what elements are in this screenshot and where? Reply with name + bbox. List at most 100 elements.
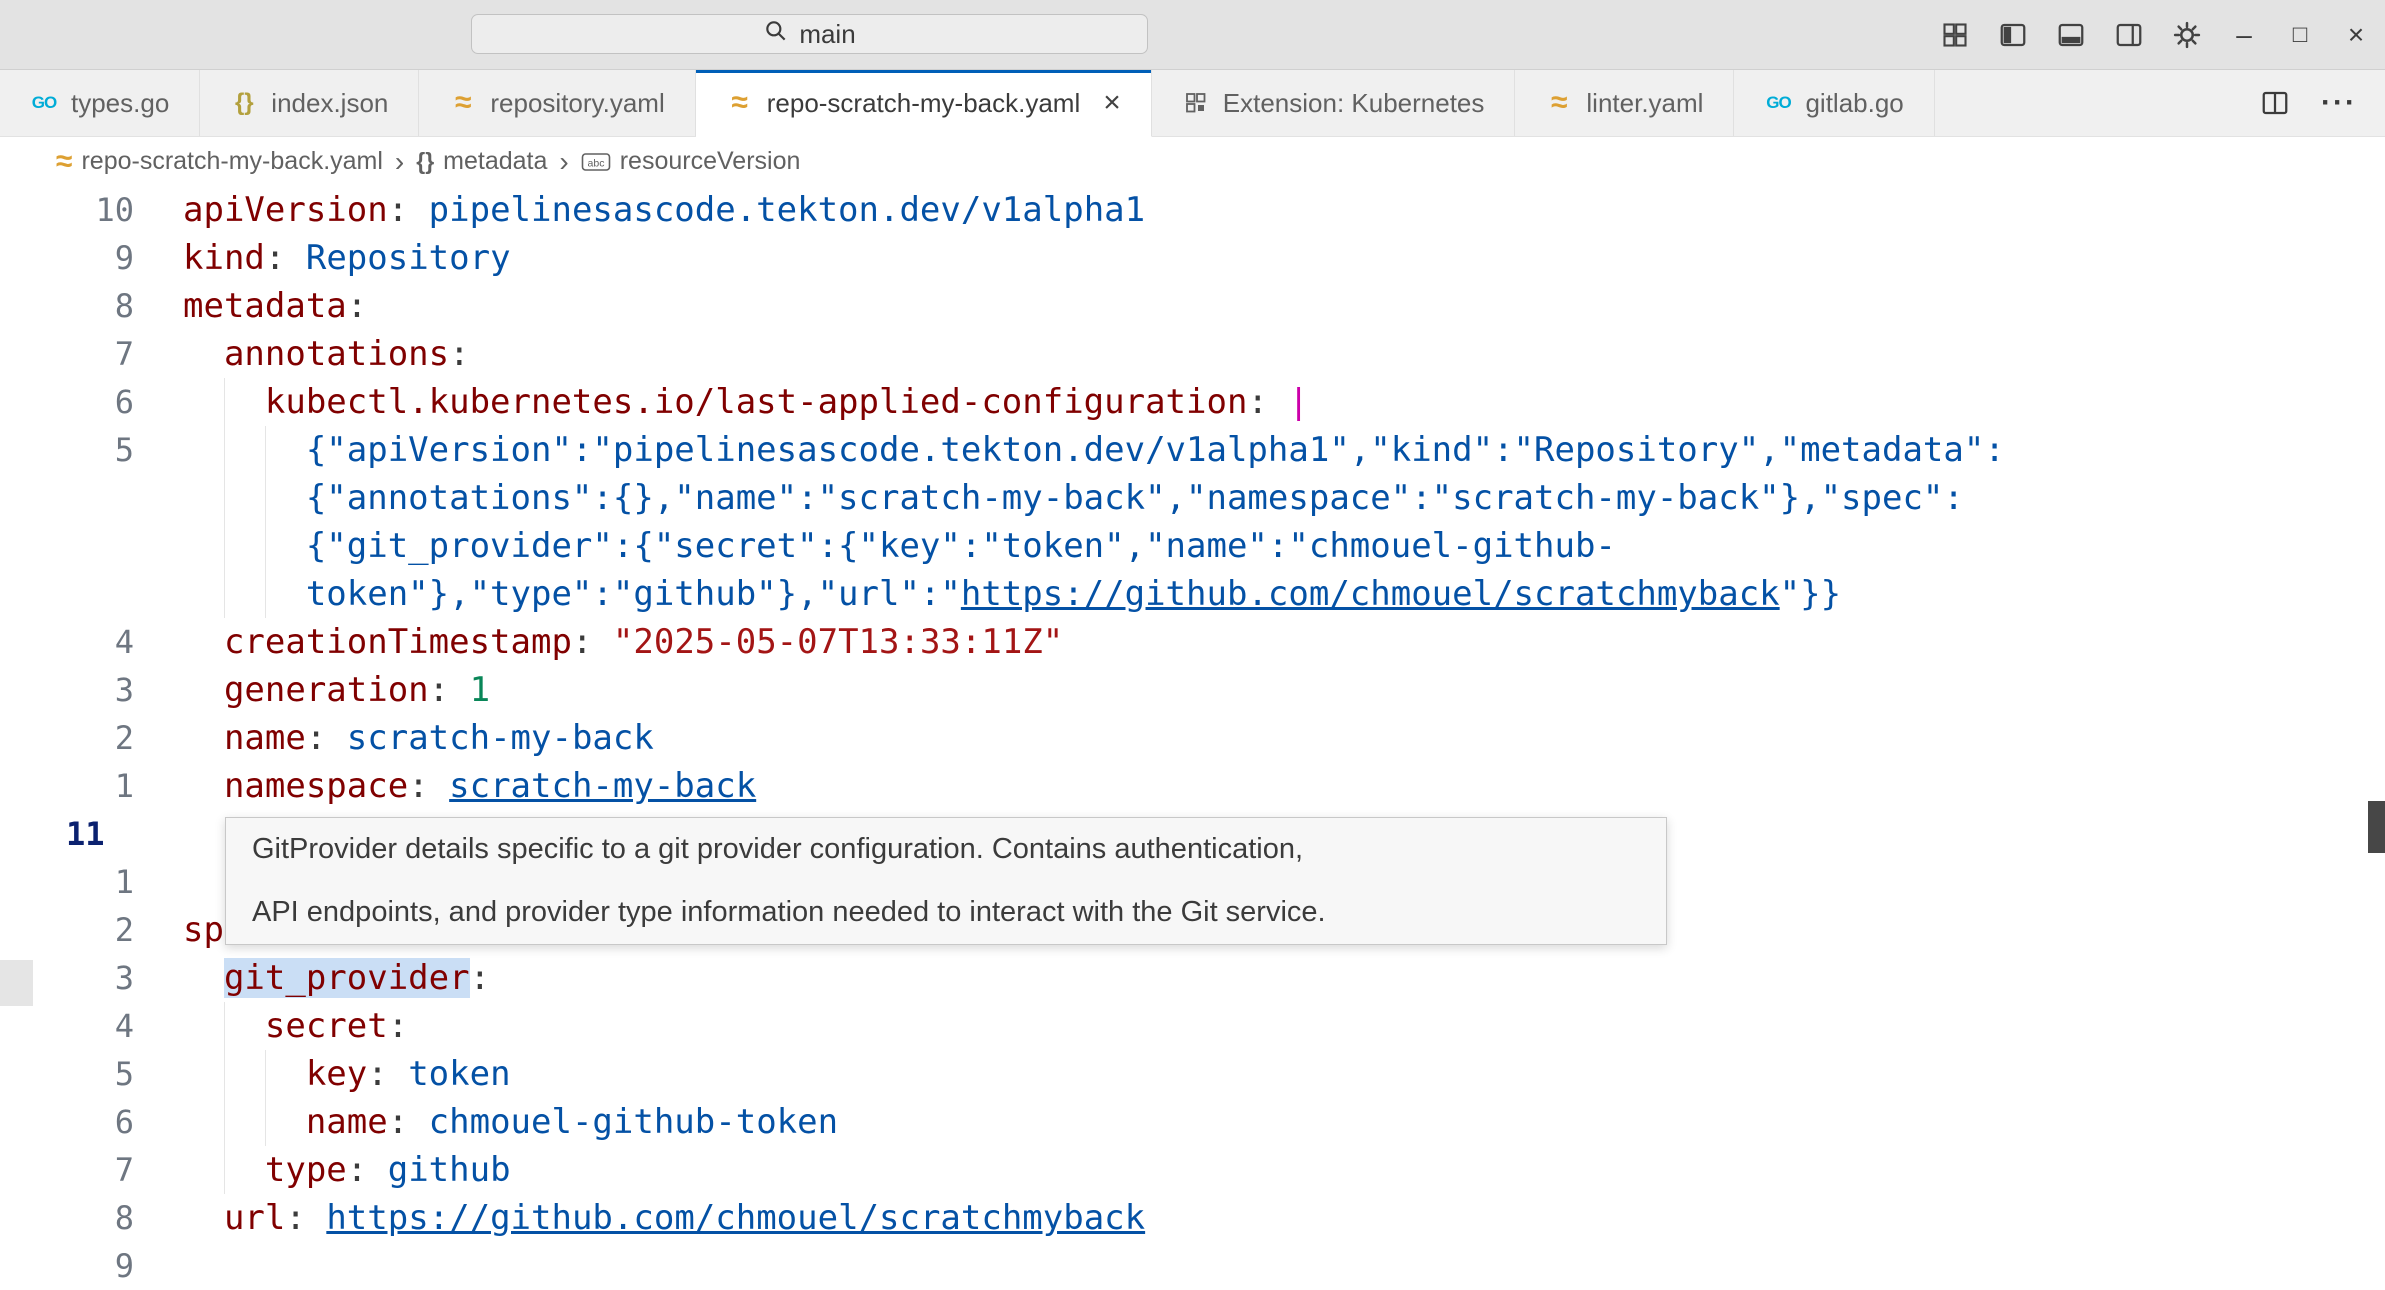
tooltip-text-line2: API endpoints, and provider type informa… (252, 881, 1640, 944)
indent-guide (265, 570, 266, 618)
code-line[interactable]: 10apiVersion: pipelinesascode.tekton.dev… (0, 186, 2385, 234)
tab-types.go[interactable]: GOtypes.go (0, 70, 200, 136)
code-lines: 10apiVersion: pipelinesascode.tekton.dev… (0, 186, 2385, 1290)
line-number[interactable]: 1 (0, 762, 134, 810)
indent-guide (224, 426, 225, 474)
command-center-search[interactable]: main (471, 14, 1148, 54)
code-line[interactable]: 2 name: scratch-my-back (0, 714, 2385, 762)
string-symbol-icon: abc (581, 150, 611, 174)
scrollbar-marker[interactable] (2368, 801, 2385, 853)
line-number[interactable]: 10 (0, 186, 134, 234)
line-number[interactable]: 6 (0, 1098, 134, 1146)
line-number[interactable]: 4 (0, 1002, 134, 1050)
toggle-secondary-sidebar-icon[interactable] (2113, 19, 2145, 51)
line-content: annotations: (183, 330, 2385, 378)
line-number[interactable]: 9 (0, 234, 134, 282)
line-content: type: github (183, 1146, 2385, 1194)
code-line[interactable]: 3 git_provider: (0, 954, 2385, 1002)
split-editor-icon[interactable] (2259, 87, 2291, 119)
code-line[interactable]: 1 namespace: scratch-my-back (0, 762, 2385, 810)
line-number[interactable]: 9 (0, 1242, 134, 1290)
breadcrumb-separator: › (547, 146, 580, 178)
line-number[interactable]: 2 (0, 906, 134, 954)
tab-label: Extension: Kubernetes (1223, 88, 1485, 119)
tab-label: types.go (71, 88, 169, 119)
code-line[interactable]: 3 generation: 1 (0, 666, 2385, 714)
breadcrumb-item-resourceversion[interactable]: abc resourceVersion (581, 147, 801, 176)
breadcrumb-separator: › (383, 146, 416, 178)
tab-index.json[interactable]: {}index.json (200, 70, 419, 136)
breadcrumb-item-repo-scratch-my-back.yaml[interactable]: ≈repo-scratch-my-back.yaml (56, 147, 383, 176)
minimize-button[interactable]: – (2229, 0, 2259, 70)
tab-label: linter.yaml (1586, 88, 1703, 119)
tab-gitlab.go[interactable]: GOgitlab.go (1734, 70, 1934, 136)
code-line[interactable]: 7 type: github (0, 1146, 2385, 1194)
close-tab-icon[interactable]: × (1103, 89, 1121, 117)
line-number[interactable]: 3 (0, 666, 134, 714)
line-content: token"},"type":"github"},"url":"https://… (183, 570, 2385, 618)
settings-gear-icon[interactable] (2171, 19, 2203, 51)
indent-guide (265, 426, 266, 474)
code-line[interactable]: token"},"type":"github"},"url":"https://… (0, 570, 2385, 618)
code-line[interactable]: 6 name: chmouel-github-token (0, 1098, 2385, 1146)
line-number[interactable]: 2 (0, 714, 134, 762)
breadcrumb-label: resourceVersion (620, 147, 801, 176)
close-window-button[interactable]: × (2341, 0, 2371, 70)
command-center-value: main (799, 19, 855, 50)
line-number[interactable] (0, 522, 134, 570)
line-number[interactable]: 8 (0, 282, 134, 330)
code-line[interactable]: {"annotations":{},"name":"scratch-my-bac… (0, 474, 2385, 522)
line-number[interactable]: 5 (0, 1050, 134, 1098)
line-number[interactable] (0, 474, 134, 522)
line-number[interactable] (0, 570, 134, 618)
maximize-button[interactable]: □ (2285, 0, 2315, 70)
editor[interactable]: 10apiVersion: pipelinesascode.tekton.dev… (0, 186, 2385, 1290)
line-content: git_provider: (183, 954, 2385, 1002)
object-symbol-icon: {} (416, 148, 434, 175)
line-content: {"annotations":{},"name":"scratch-my-bac… (183, 474, 2385, 522)
customize-layout-icon[interactable] (1939, 19, 1971, 51)
line-number[interactable]: 7 (0, 1146, 134, 1194)
code-line[interactable]: 5 {"apiVersion":"pipelinesascode.tekton.… (0, 426, 2385, 474)
indent-guide (265, 1050, 266, 1098)
more-actions-icon[interactable]: ··· (2321, 86, 2357, 120)
line-content: metadata: (183, 282, 2385, 330)
line-content: url: https://github.com/chmouel/scratchm… (183, 1194, 2385, 1242)
breadcrumb-item-metadata[interactable]: {}metadata (416, 147, 547, 176)
code-line[interactable]: 6 kubectl.kubernetes.io/last-applied-con… (0, 378, 2385, 426)
code-line[interactable]: 5 key: token (0, 1050, 2385, 1098)
line-number[interactable]: 8 (0, 1194, 134, 1242)
line-content: creationTimestamp: "2025-05-07T13:33:11Z… (183, 618, 2385, 666)
tab-label: repository.yaml (490, 88, 664, 119)
toggle-primary-sidebar-icon[interactable] (1997, 19, 2029, 51)
code-line[interactable]: 8 url: https://github.com/chmouel/scratc… (0, 1194, 2385, 1242)
indent-guide (224, 522, 225, 570)
code-line[interactable]: 4 secret: (0, 1002, 2385, 1050)
code-line[interactable]: {"git_provider":{"secret":{"key":"token"… (0, 522, 2385, 570)
line-content: secret: (183, 1002, 2385, 1050)
tab-linter.yaml[interactable]: ≈linter.yaml (1515, 70, 1734, 136)
tab-label: index.json (271, 88, 388, 119)
line-content: generation: 1 (183, 666, 2385, 714)
line-number[interactable]: 5 (0, 426, 134, 474)
code-line[interactable]: 4 creationTimestamp: "2025-05-07T13:33:1… (0, 618, 2385, 666)
code-line[interactable]: 8 metadata: (0, 282, 2385, 330)
line-number[interactable]: 4 (0, 618, 134, 666)
line-content: {"apiVersion":"pipelinesascode.tekton.de… (183, 426, 2385, 474)
line-number[interactable]: 6 (0, 378, 134, 426)
active-line-number[interactable]: 11 (0, 810, 134, 858)
line-number[interactable]: 1 (0, 858, 134, 906)
title-bar: main (0, 0, 2385, 70)
titlebar-actions: – □ × (1939, 0, 2371, 70)
code-line[interactable]: 9kind: Repository (0, 234, 2385, 282)
tab-repo-scratch-my-back.yaml[interactable]: ≈repo-scratch-my-back.yaml× (696, 70, 1152, 137)
code-line[interactable]: 7 annotations: (0, 330, 2385, 378)
toggle-panel-icon[interactable] (2055, 19, 2087, 51)
indent-guide (224, 1002, 225, 1050)
line-content: namespace: scratch-my-back (183, 762, 2385, 810)
line-number[interactable]: 7 (0, 330, 134, 378)
tab-extension-kubernetes[interactable]: Extension: Kubernetes (1152, 70, 1516, 136)
code-line[interactable]: 9 (0, 1242, 2385, 1290)
tab-label: repo-scratch-my-back.yaml (767, 88, 1081, 119)
tab-repository.yaml[interactable]: ≈repository.yaml (419, 70, 695, 136)
